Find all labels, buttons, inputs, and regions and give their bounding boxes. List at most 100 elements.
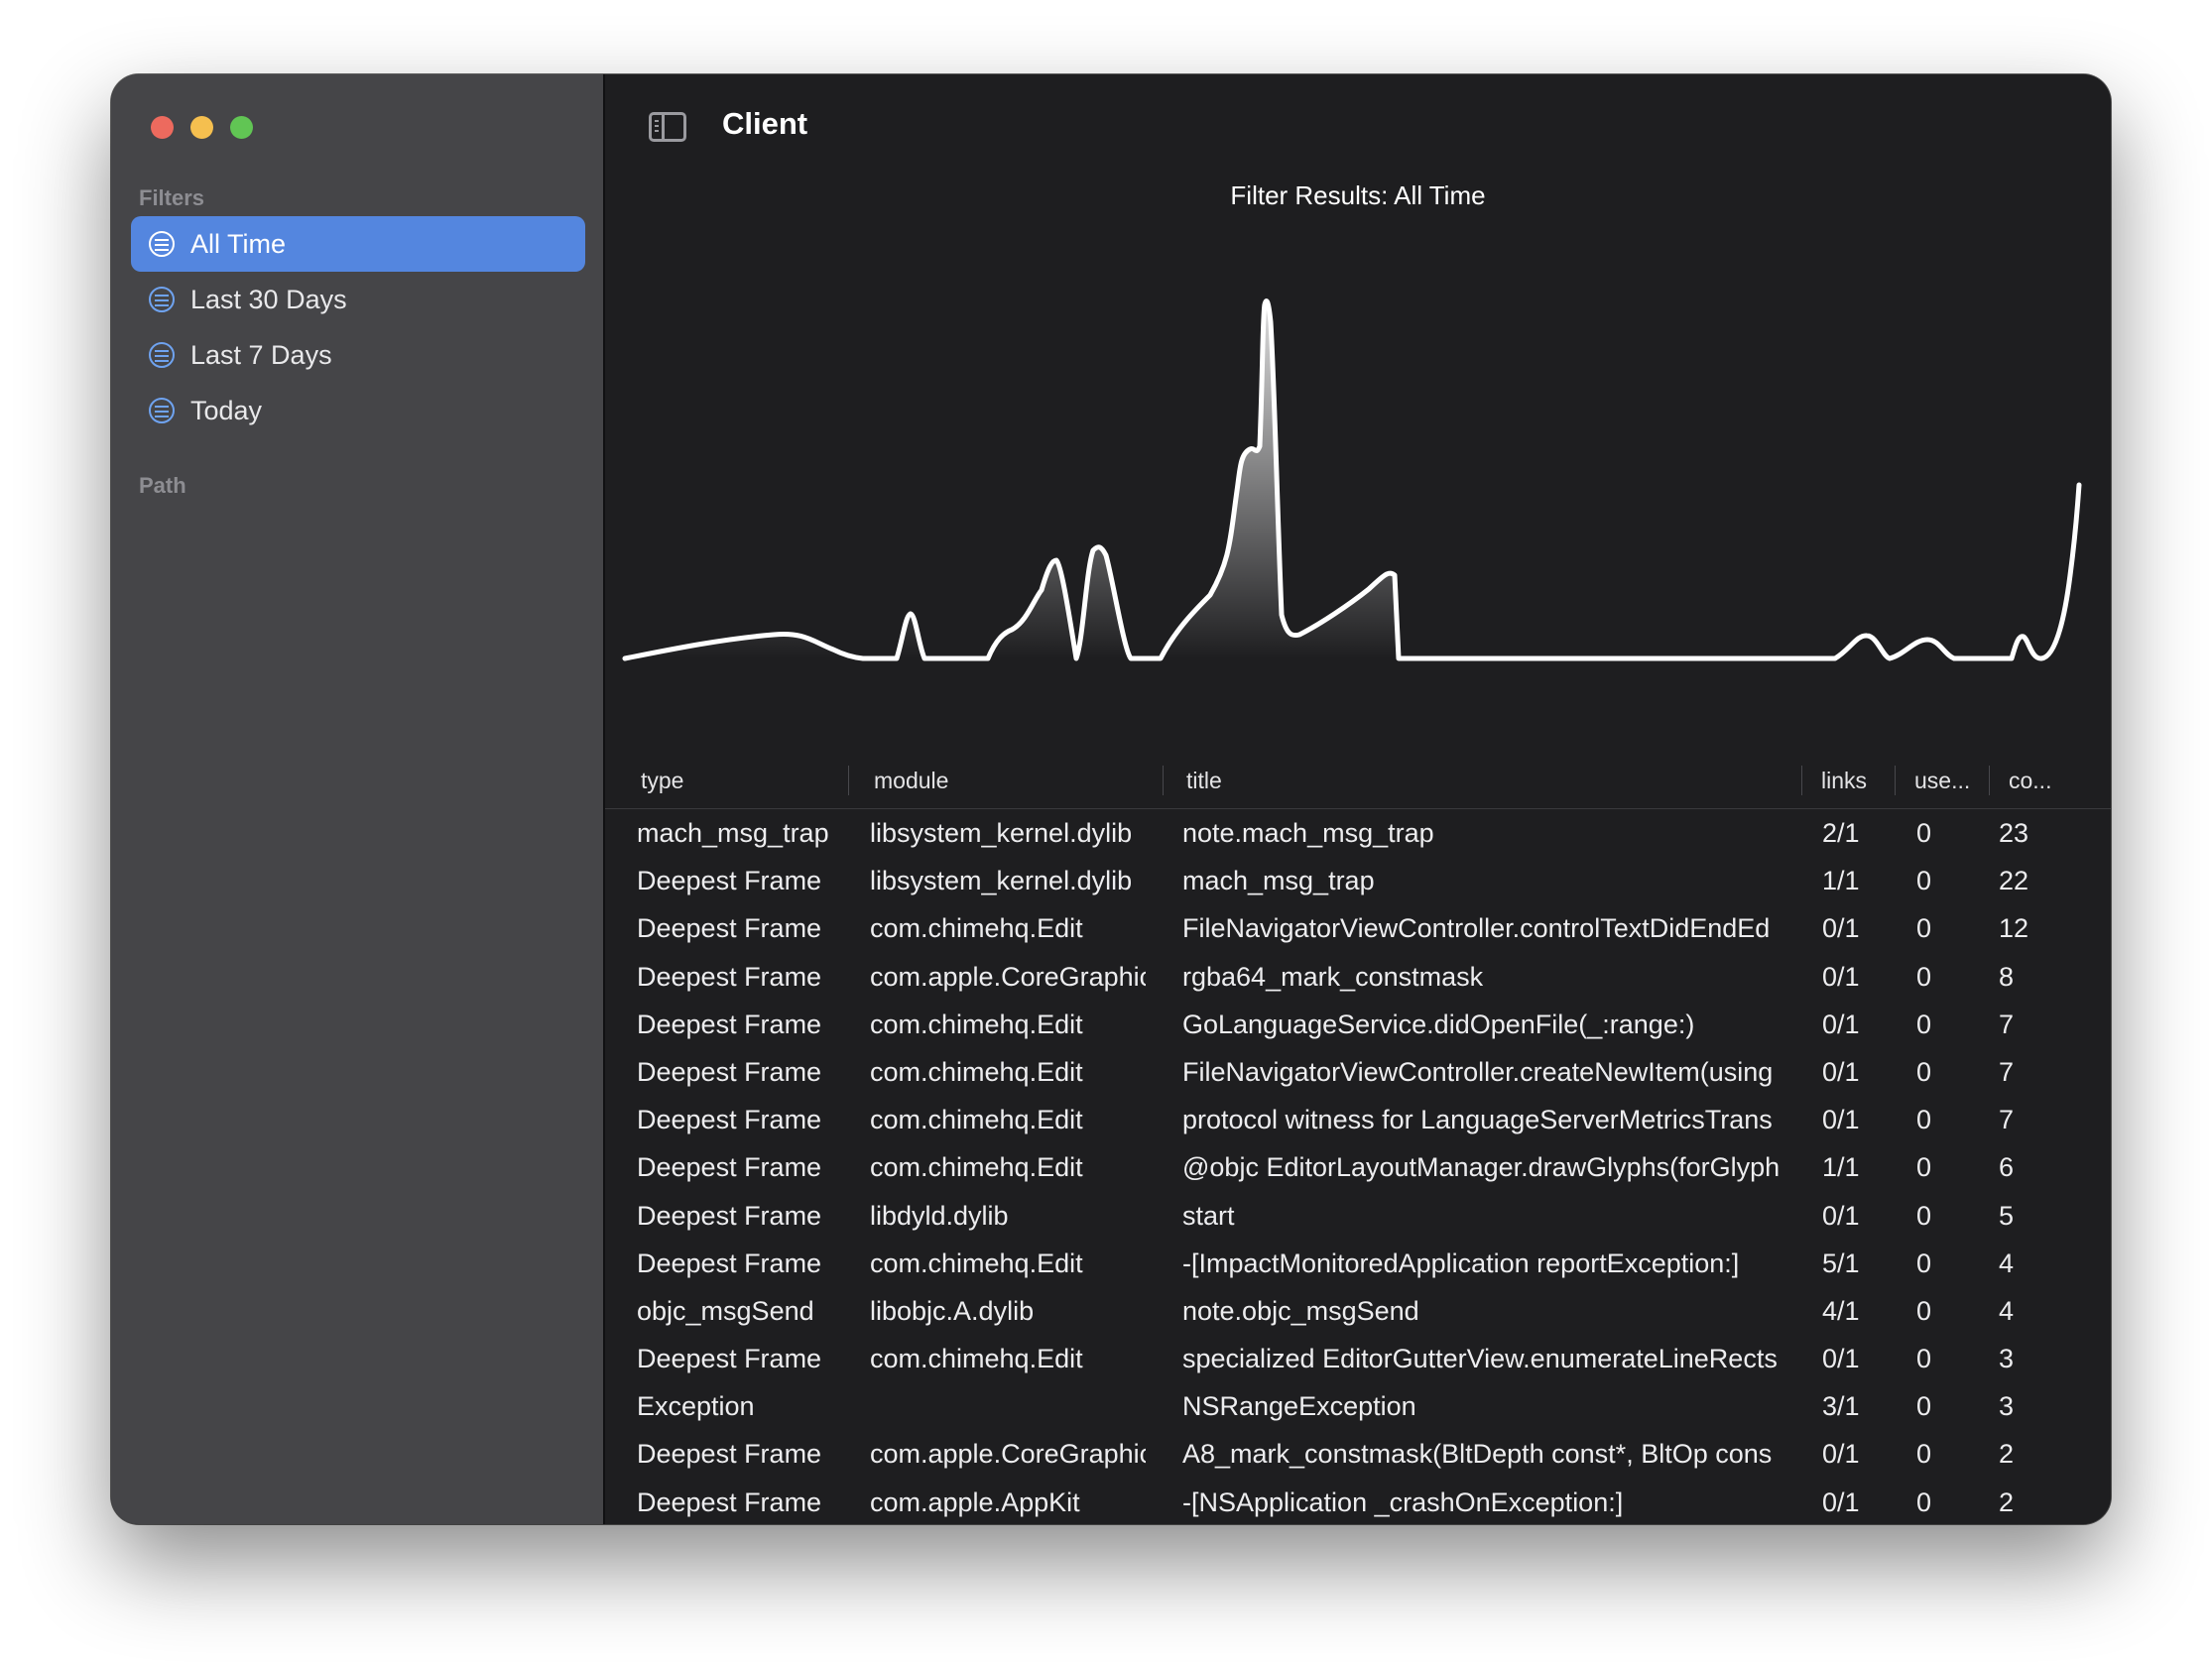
- column-header-title[interactable]: title: [1178, 754, 1222, 808]
- table-row[interactable]: Deepest Frame libsystem_kernel.dylib mach_…: [605, 857, 2111, 904]
- cell-type: mach_msg_trap: [637, 818, 829, 848]
- cell-links: 2/1: [1822, 818, 1860, 848]
- filter-icon: [149, 287, 175, 312]
- cell-title: note.mach_msg_trap: [1182, 818, 1434, 848]
- cell-module: com.chimehq.Edit: [870, 1009, 1083, 1039]
- cell-title: @objc EditorLayoutManager.drawGlyphs(for…: [1182, 1152, 1781, 1183]
- table-row[interactable]: Deepest Frame com.chimehq.Edit specialized…: [605, 1335, 2111, 1382]
- cell-type: Deepest Frame: [637, 1439, 822, 1470]
- cell-users: 0: [1916, 1391, 1932, 1422]
- table-row[interactable]: mach_msg_trap libsystem_kernel.dylib note.…: [605, 809, 2111, 857]
- cell-module: com.chimehq.Edit: [870, 1105, 1083, 1135]
- column-header-links[interactable]: links: [1813, 754, 1867, 808]
- cell-count: 7: [1999, 1056, 2015, 1087]
- filter-item-0[interactable]: All Time: [131, 216, 585, 272]
- cell-links: 4/1: [1822, 1295, 1860, 1326]
- filter-item-2[interactable]: Last 7 Days: [131, 327, 585, 383]
- table-header: type module title links use... co...: [605, 754, 2111, 809]
- cell-users: 0: [1916, 818, 1932, 848]
- column-header-type[interactable]: type: [633, 754, 683, 808]
- cell-title: mach_msg_trap: [1182, 866, 1375, 896]
- table-row[interactable]: Deepest Frame com.chimehq.Edit GoLanguageS…: [605, 1001, 2111, 1048]
- results-table: type module title links use... co... mach_msg…: [605, 754, 2111, 1524]
- cell-type: Deepest Frame: [637, 1009, 822, 1039]
- cell-count: 22: [1999, 866, 2029, 896]
- table-row[interactable]: Deepest Frame com.chimehq.Edit -[ImpactMon…: [605, 1240, 2111, 1287]
- table-row[interactable]: Deepest Frame com.apple.AppKit -[NSApplica…: [605, 1479, 2111, 1524]
- close-window-button[interactable]: [151, 116, 174, 139]
- cell-users: 0: [1916, 1152, 1932, 1183]
- table-row[interactable]: Deepest Frame com.apple.CoreGraphic rgba64…: [605, 953, 2111, 1001]
- table-row[interactable]: Deepest Frame com.apple.CoreGraphic A8_mar…: [605, 1430, 2111, 1478]
- cell-type: Deepest Frame: [637, 1344, 822, 1374]
- table-row[interactable]: Deepest Frame com.chimehq.Edit FileNavigat…: [605, 904, 2111, 952]
- main-content: Client Filter Results: All Time type modu…: [605, 74, 2111, 1524]
- cell-links: 0/1: [1822, 1439, 1860, 1470]
- cell-title: FileNavigatorViewController.createNewIte…: [1182, 1056, 1774, 1087]
- cell-type: Deepest Frame: [637, 1152, 822, 1183]
- table-row[interactable]: Deepest Frame com.chimehq.Edit FileNavigat…: [605, 1048, 2111, 1096]
- cell-links: 0/1: [1822, 1200, 1860, 1231]
- cell-users: 0: [1916, 1295, 1932, 1326]
- column-separator[interactable]: [1895, 766, 1896, 795]
- cell-count: 4: [1999, 1248, 2015, 1278]
- cell-users: 0: [1916, 961, 1932, 992]
- minimize-window-button[interactable]: [190, 116, 213, 139]
- cell-users: 0: [1916, 1056, 1932, 1087]
- column-separator[interactable]: [1989, 766, 1990, 795]
- cell-count: 6: [1999, 1152, 2015, 1183]
- cell-title: -[NSApplication _crashOnException:]: [1182, 1486, 1624, 1517]
- cell-links: 0/1: [1822, 1105, 1860, 1135]
- column-separator[interactable]: [1801, 766, 1802, 795]
- cell-links: 0/1: [1822, 1486, 1860, 1517]
- cell-module: libdyld.dylib: [870, 1200, 1009, 1231]
- cell-users: 0: [1916, 913, 1932, 944]
- cell-title: FileNavigatorViewController.controlTextD…: [1182, 913, 1771, 944]
- cell-links: 1/1: [1822, 866, 1860, 896]
- cell-type: Deepest Frame: [637, 866, 822, 896]
- cell-type: Exception: [637, 1391, 755, 1422]
- zoom-window-button[interactable]: [230, 116, 253, 139]
- cell-module: libsystem_kernel.dylib: [870, 818, 1133, 848]
- filter-item-3[interactable]: Today: [131, 383, 585, 438]
- sidebar: Filters All Time Last 30 Days Last 7 Days T…: [111, 74, 605, 1524]
- filters-section-label: Filters: [139, 185, 205, 210]
- cell-title: GoLanguageService.didOpenFile(_:range:): [1182, 1009, 1695, 1039]
- filter-item-label: Last 7 Days: [190, 339, 332, 370]
- cell-users: 0: [1916, 1248, 1932, 1278]
- cell-users: 0: [1916, 1200, 1932, 1231]
- table-row[interactable]: Deepest Frame libdyld.dylib start 0/1 0 5: [605, 1192, 2111, 1240]
- cell-module: [870, 1382, 1146, 1430]
- filter-item-1[interactable]: Last 30 Days: [131, 272, 585, 327]
- table-row[interactable]: Deepest Frame com.chimehq.Edit protocol wi…: [605, 1096, 2111, 1143]
- cell-module: com.apple.CoreGraphic: [870, 1439, 1146, 1470]
- cell-title: protocol witness for LanguageServerMetri…: [1182, 1105, 1773, 1135]
- cell-links: 1/1: [1822, 1152, 1860, 1183]
- column-header-module[interactable]: module: [866, 754, 948, 808]
- path-section-label: Path: [139, 473, 186, 498]
- cell-users: 0: [1916, 1486, 1932, 1517]
- cell-module: com.chimehq.Edit: [870, 1344, 1083, 1374]
- column-header-users[interactable]: use...: [1906, 754, 1970, 808]
- cell-users: 0: [1916, 866, 1932, 896]
- filter-icon: [149, 231, 175, 257]
- column-separator[interactable]: [848, 766, 849, 795]
- cell-count: 5: [1999, 1200, 2015, 1231]
- cell-type: Deepest Frame: [637, 1056, 822, 1087]
- cell-type: Deepest Frame: [637, 1248, 822, 1278]
- cell-module: libobjc.A.dylib: [870, 1295, 1035, 1326]
- filter-item-label: Last 30 Days: [190, 284, 347, 314]
- cell-title: A8_mark_constmask(BltDepth const*, BltOp…: [1182, 1439, 1773, 1470]
- table-row[interactable]: Deepest Frame com.chimehq.Edit @objc Edito…: [605, 1143, 2111, 1191]
- cell-count: 4: [1999, 1295, 2015, 1326]
- filter-item-label: All Time: [190, 228, 287, 259]
- cell-module: com.chimehq.Edit: [870, 1248, 1083, 1278]
- table-row[interactable]: Exception NSRangeException 3/1 0 3: [605, 1382, 2111, 1430]
- cell-type: objc_msgSend: [637, 1295, 814, 1326]
- table-row[interactable]: objc_msgSend libobjc.A.dylib note.objc_msg…: [605, 1287, 2111, 1335]
- cell-count: 7: [1999, 1105, 2015, 1135]
- cell-links: 0/1: [1822, 961, 1860, 992]
- cell-module: com.apple.AppKit: [870, 1486, 1080, 1517]
- column-header-count[interactable]: co...: [2001, 754, 2051, 808]
- column-separator[interactable]: [1163, 766, 1164, 795]
